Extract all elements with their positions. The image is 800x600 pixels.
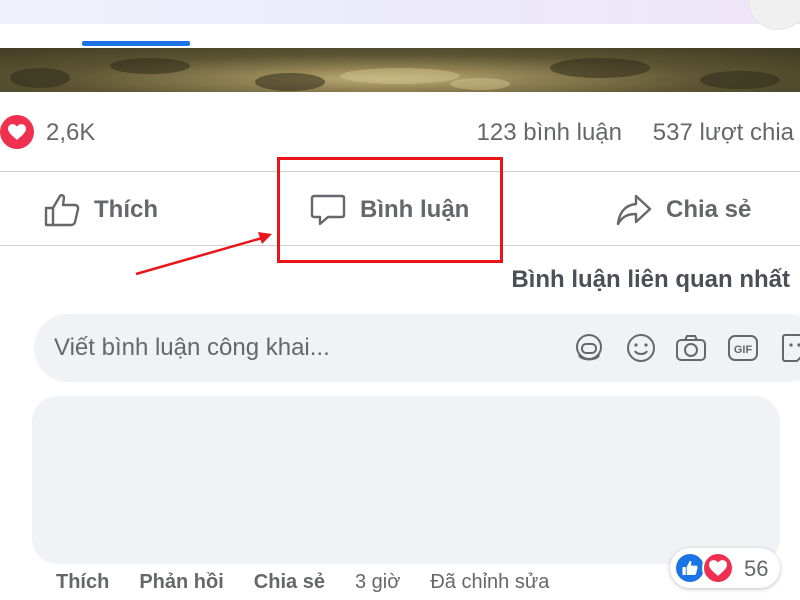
camera-icon[interactable] xyxy=(674,331,708,365)
comment-input[interactable]: Viết bình luận công khai... GIF xyxy=(34,314,800,382)
love-reaction-icon xyxy=(702,552,734,584)
comments-count-link[interactable]: 123 bình luận xyxy=(477,119,622,147)
comment-sort-dropdown[interactable]: Bình luận liên quan nhất xyxy=(511,266,790,294)
top-bar xyxy=(0,0,800,24)
reactions-summary: 2,6K 123 bình luận 537 lượt chia xyxy=(0,112,800,152)
sticker-icon[interactable] xyxy=(778,331,800,365)
post-image[interactable] xyxy=(0,48,800,92)
comment-reply-link[interactable]: Phản hồi xyxy=(139,571,223,594)
active-tab-indicator xyxy=(82,41,190,46)
share-button-label: Chia sẻ xyxy=(666,196,752,223)
share-icon xyxy=(616,194,652,226)
avatar[interactable] xyxy=(748,0,800,30)
emoji-icon[interactable] xyxy=(624,331,658,365)
like-button[interactable]: Thích xyxy=(44,188,158,232)
comment-like-link[interactable]: Thích xyxy=(56,571,109,594)
thumbs-up-icon xyxy=(44,193,80,227)
love-reaction-icon[interactable] xyxy=(0,115,34,149)
share-button[interactable]: Chia sẻ xyxy=(616,188,751,232)
comment-timestamp[interactable]: 3 giờ xyxy=(355,571,400,594)
comment-actions: Thích Phản hồi Chia sẻ 3 giờ Đã chỉnh sử… xyxy=(56,568,579,596)
comment-bubble xyxy=(32,396,780,564)
comment-input-placeholder[interactable]: Viết bình luận công khai... xyxy=(54,334,330,362)
comment-share-link[interactable]: Chia sẻ xyxy=(254,571,325,594)
comment-reaction-count: 56 xyxy=(744,556,769,581)
comment-reactions[interactable]: 56 xyxy=(670,548,780,588)
comment-edited-label: Đã chỉnh sửa xyxy=(430,570,550,593)
highlight-box xyxy=(277,157,503,263)
svg-text:GIF: GIF xyxy=(734,344,753,356)
avatar-sticker-icon[interactable] xyxy=(572,331,606,365)
gif-icon[interactable]: GIF xyxy=(726,331,760,365)
reaction-count[interactable]: 2,6K xyxy=(46,119,95,147)
like-button-label: Thích xyxy=(94,196,158,223)
shares-count-link[interactable]: 537 lượt chia xyxy=(653,119,794,147)
